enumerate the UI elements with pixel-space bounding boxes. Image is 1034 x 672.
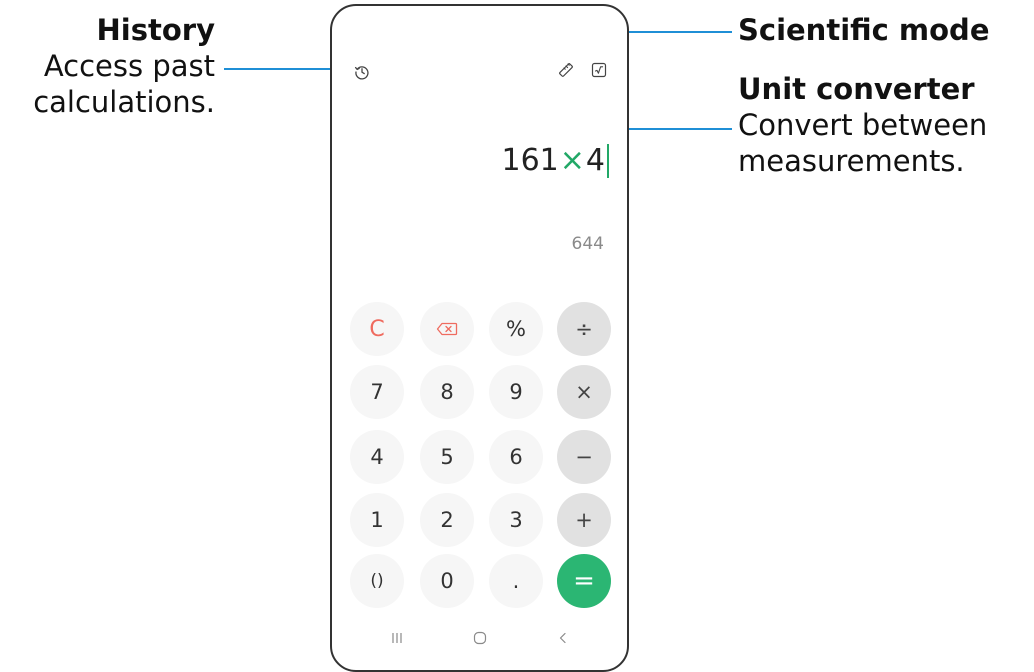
decimal-key-label: . (512, 569, 520, 593)
key-7-label: 7 (370, 380, 384, 404)
key-6-label: 6 (509, 445, 523, 469)
unit-converter-callout-title: Unit converter (738, 72, 975, 106)
divide-key-label: ÷ (575, 317, 593, 341)
key-9[interactable]: 9 (489, 365, 543, 419)
key-3[interactable]: 3 (489, 493, 543, 547)
recents-icon[interactable] (382, 623, 412, 653)
expression-left-operand: 161 (501, 143, 559, 178)
minus-key-label: − (575, 445, 593, 469)
backspace-key[interactable] (420, 302, 474, 356)
ruler-icon[interactable] (556, 60, 576, 80)
history-callout-desc-1: Access past (43, 49, 215, 83)
key-5-label: 5 (440, 445, 454, 469)
history-callout-desc-2: calculations. (33, 85, 215, 119)
percent-key-label: % (506, 317, 526, 341)
key-2-label: 2 (440, 508, 454, 532)
multiply-key[interactable]: × (557, 365, 611, 419)
expression-display[interactable]: 161 × 4 (501, 143, 609, 179)
divide-key[interactable]: ÷ (557, 302, 611, 356)
key-8-label: 8 (440, 380, 454, 404)
expression-operator: × (559, 143, 585, 178)
plus-key[interactable]: + (557, 493, 611, 547)
parentheses-key-label: () (370, 571, 384, 591)
backspace-icon (436, 317, 458, 341)
key-9-label: 9 (509, 380, 523, 404)
percent-key[interactable]: % (489, 302, 543, 356)
key-1[interactable]: 1 (350, 493, 404, 547)
result-preview: 644 (571, 234, 604, 254)
scientific-mode-callout-title: Scientific mode (738, 13, 990, 47)
expression-right-operand: 4 (585, 143, 605, 178)
navigation-bar (332, 623, 627, 653)
home-icon[interactable] (465, 623, 495, 653)
unit-converter-callout: Unit converter Convert between measureme… (738, 71, 987, 179)
equals-key[interactable]: = (557, 554, 611, 608)
key-8[interactable]: 8 (420, 365, 474, 419)
square-root-icon[interactable] (589, 60, 609, 80)
key-3-label: 3 (509, 508, 523, 532)
key-0[interactable]: 0 (420, 554, 474, 608)
multiply-key-label: × (575, 380, 593, 404)
key-6[interactable]: 6 (489, 430, 543, 484)
text-cursor (607, 144, 609, 178)
unit-converter-callout-desc-2: measurements. (738, 144, 965, 178)
scientific-mode-callout: Scientific mode (738, 12, 989, 48)
minus-key[interactable]: − (557, 430, 611, 484)
history-callout: History Access past calculations. (33, 12, 215, 120)
clock-history-icon[interactable] (352, 62, 372, 82)
key-4[interactable]: 4 (350, 430, 404, 484)
plus-key-label: + (575, 508, 593, 532)
history-callout-title: History (96, 13, 215, 47)
equals-key-label: = (573, 566, 595, 596)
key-2[interactable]: 2 (420, 493, 474, 547)
parentheses-key[interactable]: () (350, 554, 404, 608)
unit-converter-callout-desc-1: Convert between (738, 108, 988, 142)
decimal-key[interactable]: . (489, 554, 543, 608)
phone-frame: 161 × 4 644 C% ÷ 7 8 9 × 4 5 6−1 2 3 +() 0. = (330, 4, 629, 672)
clear-key-label: C (369, 316, 385, 342)
back-icon[interactable] (548, 623, 578, 653)
key-0-label: 0 (440, 569, 454, 593)
key-1-label: 1 (370, 508, 384, 532)
key-4-label: 4 (370, 445, 384, 469)
key-5[interactable]: 5 (420, 430, 474, 484)
clear-key[interactable]: C (350, 302, 404, 356)
key-7[interactable]: 7 (350, 365, 404, 419)
